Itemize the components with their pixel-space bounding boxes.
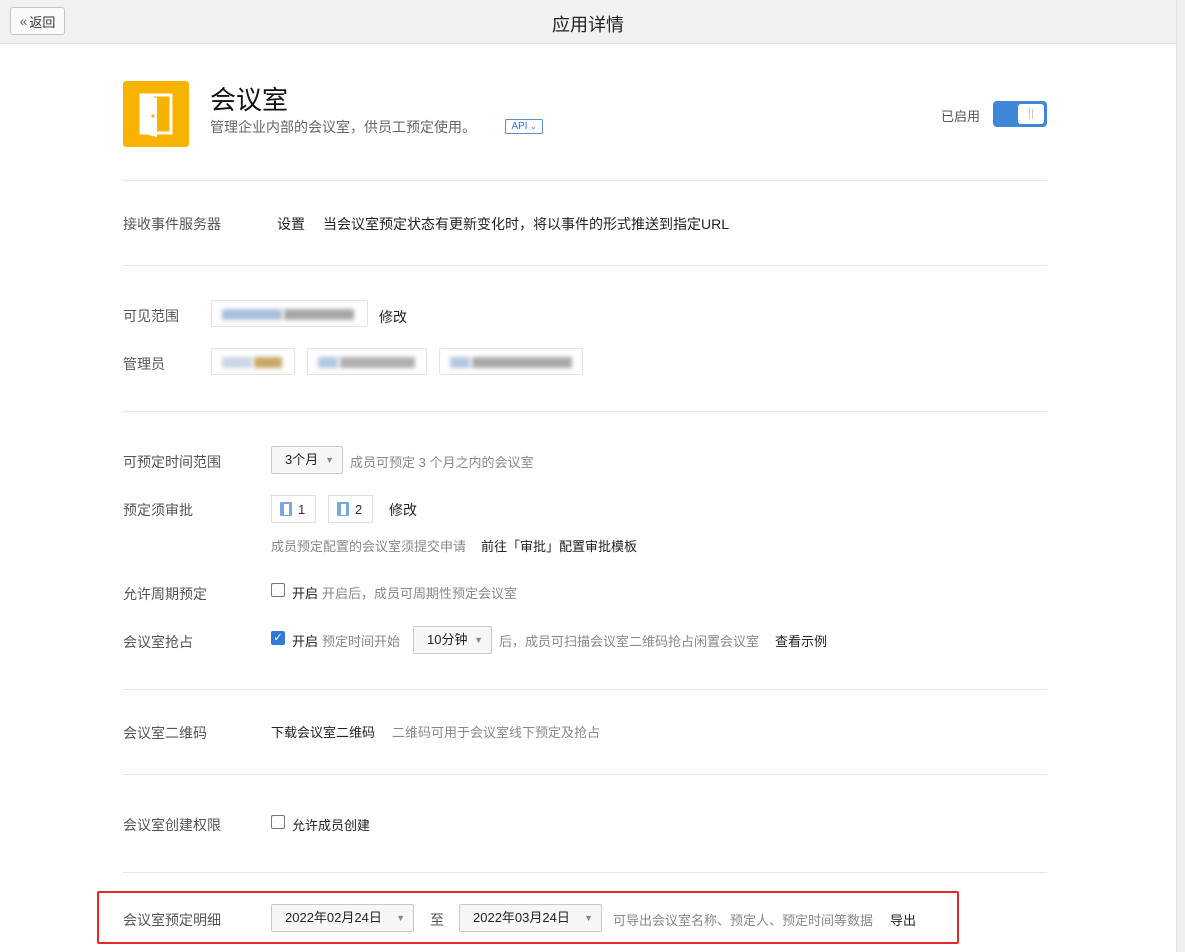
approval-hint: 成员预定配置的会议室须提交申请 — [271, 539, 467, 554]
visibility-scope-field — [211, 300, 368, 327]
approver-chip[interactable]: 2 — [328, 495, 373, 523]
approver-label: 2 — [355, 501, 363, 517]
door-icon — [337, 502, 349, 516]
approver-label: 1 — [298, 501, 306, 517]
qrcode-download-link[interactable]: 下载会议室二维码 — [271, 722, 375, 741]
event-server-label: 接收事件服务器 — [123, 216, 221, 232]
api-dropdown[interactable]: API ⌄ — [505, 119, 543, 134]
caret-down-icon: ▼ — [474, 635, 483, 645]
admins-label: 管理员 — [123, 356, 165, 372]
grab-time-select[interactable]: 10分钟 ▼ — [413, 626, 492, 654]
approval-edit-link[interactable]: 修改 — [389, 500, 417, 520]
booking-range-label: 可预定时间范围 — [123, 454, 221, 470]
recurring-option[interactable]: 开启 — [292, 583, 318, 602]
create-permission-checkbox[interactable] — [271, 815, 285, 829]
grab-hint-before: 预定时间开始 — [322, 634, 401, 649]
divider — [123, 774, 1047, 775]
recurring-label: 允许周期预定 — [123, 586, 207, 602]
event-server-settings-link[interactable]: 设置 — [277, 214, 305, 234]
check-icon: ✓ — [273, 632, 283, 644]
app-description: 管理企业内部的会议室，供员工预定使用。 — [210, 119, 476, 135]
recurring-checkbox[interactable] — [271, 583, 285, 597]
caret-down-icon: ▼ — [325, 455, 334, 465]
enable-toggle[interactable] — [993, 101, 1047, 127]
create-permission-option[interactable]: 允许成员创建 — [292, 815, 370, 834]
grab-option[interactable]: 开启 — [292, 631, 318, 650]
visibility-edit-link[interactable]: 修改 — [379, 307, 407, 327]
approval-template-link[interactable]: 前往「审批」配置审批模板 — [481, 536, 637, 555]
create-permission-label: 会议室创建权限 — [123, 817, 221, 833]
app-icon — [123, 81, 189, 147]
qrcode-hint: 二维码可用于会议室线下预定及抢占 — [392, 725, 601, 740]
admin-chip — [211, 348, 295, 375]
page-title: 应用详情 — [552, 15, 624, 35]
door-icon — [139, 93, 173, 137]
approver-chip[interactable]: 1 — [271, 495, 316, 523]
divider — [123, 180, 1047, 181]
door-icon — [280, 502, 292, 516]
toggle-knob — [1018, 104, 1044, 124]
qrcode-label: 会议室二维码 — [123, 725, 207, 741]
divider — [123, 689, 1047, 690]
booking-range-hint: 成员可预定 3 个月之内的会议室 — [350, 455, 534, 470]
event-server-description: 当会议室预定状态有更新变化时，将以事件的形式推送到指定URL — [323, 216, 730, 232]
grab-example-link[interactable]: 查看示例 — [775, 631, 827, 650]
approval-label: 预定须审批 — [123, 502, 193, 518]
grab-label: 会议室抢占 — [123, 634, 193, 650]
recurring-hint: 开启后，成员可周期性预定会议室 — [322, 586, 518, 601]
grab-hint-after: 后，成员可扫描会议室二维码抢占闲置会议室 — [499, 634, 760, 649]
admin-chip — [439, 348, 583, 375]
scrollbar[interactable] — [1176, 0, 1185, 952]
top-bar: « 返回 应用详情 — [0, 0, 1176, 44]
chevron-down-icon: ⌄ — [527, 122, 537, 131]
app-name: 会议室 — [210, 85, 289, 115]
admin-chip — [307, 348, 427, 375]
divider — [123, 411, 1047, 412]
divider — [123, 872, 1047, 873]
booking-range-value: 3个月 — [285, 452, 319, 467]
api-tag-label: API — [511, 121, 528, 132]
grab-checkbox[interactable]: ✓ — [271, 631, 285, 645]
grab-time-value: 10分钟 — [427, 632, 468, 647]
highlight-box — [97, 891, 959, 944]
booking-range-select[interactable]: 3个月 ▼ — [271, 446, 343, 474]
divider — [123, 265, 1047, 266]
visibility-label: 可见范围 — [123, 308, 179, 324]
enabled-label: 已启用 — [941, 109, 981, 124]
